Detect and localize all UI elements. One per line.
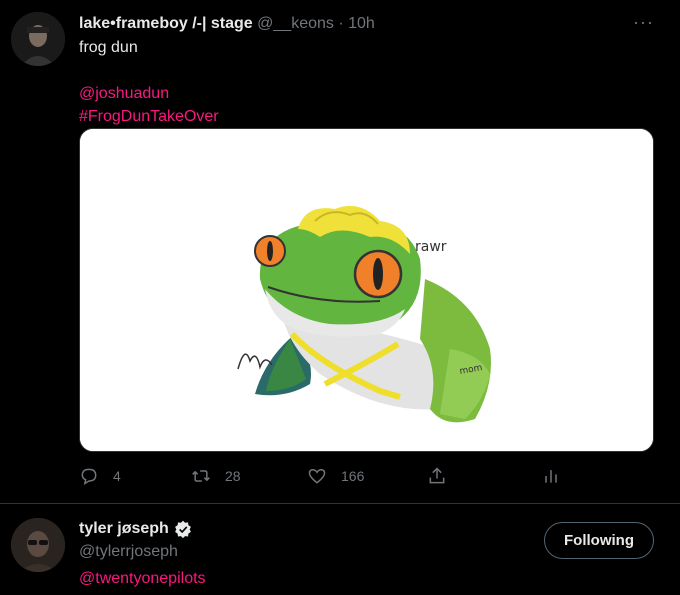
share-button[interactable] bbox=[427, 466, 447, 486]
reply-icon bbox=[81, 468, 97, 486]
reply-button[interactable]: 4 bbox=[79, 466, 121, 486]
frog-drawing: rawr mom bbox=[80, 129, 653, 451]
mention-link[interactable]: @joshuadun bbox=[79, 84, 169, 104]
following-button[interactable]: Following bbox=[544, 522, 654, 559]
avatar-photo bbox=[11, 12, 65, 66]
reply-count: 4 bbox=[113, 468, 121, 484]
suggested-user-header: tyler jøseph bbox=[79, 519, 193, 539]
share-icon bbox=[429, 467, 445, 484]
like-button[interactable]: 166 bbox=[307, 466, 364, 486]
tweet-text: frog dun bbox=[79, 39, 138, 56]
rawr-text: rawr bbox=[415, 239, 447, 255]
tweet-actions: 4 28 166 bbox=[79, 466, 579, 490]
divider bbox=[0, 503, 680, 504]
tweet-image[interactable]: rawr mom bbox=[79, 128, 654, 452]
avatar[interactable] bbox=[11, 12, 65, 66]
bio-mention-link[interactable]: @twentyonepilots bbox=[79, 570, 206, 588]
tweet[interactable]: lake•frameboy /-| stage @__keons · 10h ·… bbox=[0, 0, 680, 503]
suggested-user-name-text: tyler jøseph bbox=[79, 520, 169, 537]
timestamp[interactable]: 10h bbox=[348, 15, 375, 32]
heart-icon bbox=[308, 468, 326, 484]
hashtag-link[interactable]: #FrogDunTakeOver bbox=[79, 107, 219, 127]
suggested-user-avatar[interactable] bbox=[11, 518, 65, 572]
author-handle[interactable]: @__keons bbox=[257, 15, 334, 32]
suggested-user-handle[interactable]: @tylerrjoseph bbox=[79, 543, 178, 561]
tweet-header: lake•frameboy /-| stage @__keons · 10h bbox=[79, 14, 375, 34]
avatar-photo bbox=[11, 518, 65, 572]
verified-badge-icon bbox=[174, 520, 191, 539]
analytics-icon bbox=[545, 470, 557, 483]
more-options-icon[interactable]: ··· bbox=[633, 12, 654, 33]
separator: · bbox=[338, 15, 344, 32]
suggested-user-name[interactable]: tyler jøseph bbox=[79, 519, 193, 539]
author-name[interactable]: lake•frameboy /-| stage bbox=[79, 15, 253, 32]
analytics-button[interactable] bbox=[541, 466, 561, 486]
retweet-icon bbox=[192, 470, 210, 482]
retweet-count: 28 bbox=[225, 468, 241, 484]
like-count: 166 bbox=[341, 468, 365, 484]
retweet-button[interactable]: 28 bbox=[191, 466, 241, 486]
